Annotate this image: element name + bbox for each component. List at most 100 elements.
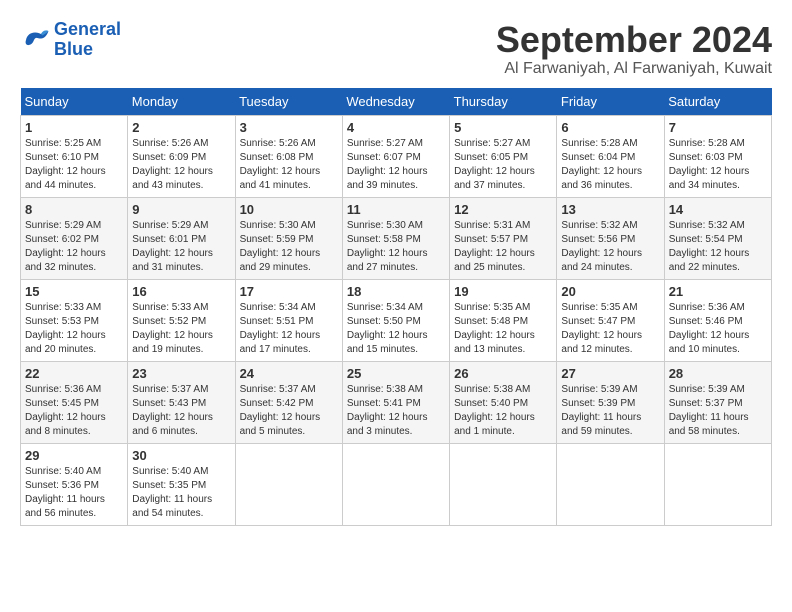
- day-info: Sunrise: 5:27 AM Sunset: 6:05 PM Dayligh…: [454, 137, 552, 193]
- calendar-day-cell: 1 Sunrise: 5:25 AM Sunset: 6:10 PM Dayli…: [21, 115, 128, 197]
- day-info: Sunrise: 5:35 AM Sunset: 5:47 PM Dayligh…: [561, 301, 659, 357]
- calendar-day-cell: 15 Sunrise: 5:33 AM Sunset: 5:53 PM Dayl…: [21, 279, 128, 361]
- day-info: Sunrise: 5:29 AM Sunset: 6:01 PM Dayligh…: [132, 219, 230, 275]
- page-header: General Blue September 2024 Al Farwaniya…: [20, 20, 772, 78]
- day-number: 24: [240, 366, 338, 381]
- calendar-header-row: SundayMondayTuesdayWednesdayThursdayFrid…: [21, 88, 772, 116]
- day-number: 17: [240, 284, 338, 299]
- day-info: Sunrise: 5:34 AM Sunset: 5:51 PM Dayligh…: [240, 301, 338, 357]
- day-number: 4: [347, 120, 445, 135]
- day-info: Sunrise: 5:40 AM Sunset: 5:36 PM Dayligh…: [25, 465, 123, 521]
- calendar-day-cell: 4 Sunrise: 5:27 AM Sunset: 6:07 PM Dayli…: [342, 115, 449, 197]
- day-number: 20: [561, 284, 659, 299]
- day-info: Sunrise: 5:30 AM Sunset: 5:58 PM Dayligh…: [347, 219, 445, 275]
- calendar-day-cell: 20 Sunrise: 5:35 AM Sunset: 5:47 PM Dayl…: [557, 279, 664, 361]
- day-number: 21: [669, 284, 767, 299]
- day-number: 16: [132, 284, 230, 299]
- day-info: Sunrise: 5:32 AM Sunset: 5:56 PM Dayligh…: [561, 219, 659, 275]
- weekday-header: Monday: [128, 88, 235, 116]
- day-number: 11: [347, 202, 445, 217]
- calendar-day-cell: [664, 443, 771, 525]
- day-number: 6: [561, 120, 659, 135]
- calendar-day-cell: 17 Sunrise: 5:34 AM Sunset: 5:51 PM Dayl…: [235, 279, 342, 361]
- day-info: Sunrise: 5:34 AM Sunset: 5:50 PM Dayligh…: [347, 301, 445, 357]
- calendar-table: SundayMondayTuesdayWednesdayThursdayFrid…: [20, 88, 772, 526]
- calendar-day-cell: 5 Sunrise: 5:27 AM Sunset: 6:05 PM Dayli…: [450, 115, 557, 197]
- day-number: 7: [669, 120, 767, 135]
- day-info: Sunrise: 5:30 AM Sunset: 5:59 PM Dayligh…: [240, 219, 338, 275]
- calendar-day-cell: [450, 443, 557, 525]
- day-number: 3: [240, 120, 338, 135]
- calendar-day-cell: 11 Sunrise: 5:30 AM Sunset: 5:58 PM Dayl…: [342, 197, 449, 279]
- day-number: 10: [240, 202, 338, 217]
- day-number: 1: [25, 120, 123, 135]
- day-info: Sunrise: 5:37 AM Sunset: 5:43 PM Dayligh…: [132, 383, 230, 439]
- day-info: Sunrise: 5:32 AM Sunset: 5:54 PM Dayligh…: [669, 219, 767, 275]
- day-info: Sunrise: 5:33 AM Sunset: 5:52 PM Dayligh…: [132, 301, 230, 357]
- day-number: 8: [25, 202, 123, 217]
- day-info: Sunrise: 5:36 AM Sunset: 5:46 PM Dayligh…: [669, 301, 767, 357]
- day-number: 30: [132, 448, 230, 463]
- day-info: Sunrise: 5:39 AM Sunset: 5:37 PM Dayligh…: [669, 383, 767, 439]
- day-number: 25: [347, 366, 445, 381]
- day-number: 23: [132, 366, 230, 381]
- title-section: September 2024 Al Farwaniyah, Al Farwani…: [496, 20, 772, 78]
- calendar-day-cell: 27 Sunrise: 5:39 AM Sunset: 5:39 PM Dayl…: [557, 361, 664, 443]
- weekday-header: Thursday: [450, 88, 557, 116]
- calendar-week-row: 22 Sunrise: 5:36 AM Sunset: 5:45 PM Dayl…: [21, 361, 772, 443]
- day-number: 5: [454, 120, 552, 135]
- day-number: 22: [25, 366, 123, 381]
- calendar-day-cell: 6 Sunrise: 5:28 AM Sunset: 6:04 PM Dayli…: [557, 115, 664, 197]
- logo-text: General Blue: [54, 20, 121, 60]
- day-info: Sunrise: 5:35 AM Sunset: 5:48 PM Dayligh…: [454, 301, 552, 357]
- day-number: 13: [561, 202, 659, 217]
- day-number: 27: [561, 366, 659, 381]
- weekday-header: Sunday: [21, 88, 128, 116]
- logo-icon: [20, 25, 50, 55]
- day-info: Sunrise: 5:37 AM Sunset: 5:42 PM Dayligh…: [240, 383, 338, 439]
- calendar-day-cell: 9 Sunrise: 5:29 AM Sunset: 6:01 PM Dayli…: [128, 197, 235, 279]
- calendar-day-cell: 16 Sunrise: 5:33 AM Sunset: 5:52 PM Dayl…: [128, 279, 235, 361]
- calendar-week-row: 8 Sunrise: 5:29 AM Sunset: 6:02 PM Dayli…: [21, 197, 772, 279]
- calendar-day-cell: 14 Sunrise: 5:32 AM Sunset: 5:54 PM Dayl…: [664, 197, 771, 279]
- month-title: September 2024: [496, 20, 772, 60]
- calendar-day-cell: 19 Sunrise: 5:35 AM Sunset: 5:48 PM Dayl…: [450, 279, 557, 361]
- calendar-day-cell: 30 Sunrise: 5:40 AM Sunset: 5:35 PM Dayl…: [128, 443, 235, 525]
- calendar-day-cell: 22 Sunrise: 5:36 AM Sunset: 5:45 PM Dayl…: [21, 361, 128, 443]
- day-info: Sunrise: 5:28 AM Sunset: 6:03 PM Dayligh…: [669, 137, 767, 193]
- day-info: Sunrise: 5:40 AM Sunset: 5:35 PM Dayligh…: [132, 465, 230, 521]
- weekday-header: Tuesday: [235, 88, 342, 116]
- day-number: 29: [25, 448, 123, 463]
- day-info: Sunrise: 5:28 AM Sunset: 6:04 PM Dayligh…: [561, 137, 659, 193]
- calendar-day-cell: 24 Sunrise: 5:37 AM Sunset: 5:42 PM Dayl…: [235, 361, 342, 443]
- calendar-week-row: 1 Sunrise: 5:25 AM Sunset: 6:10 PM Dayli…: [21, 115, 772, 197]
- day-number: 26: [454, 366, 552, 381]
- day-info: Sunrise: 5:33 AM Sunset: 5:53 PM Dayligh…: [25, 301, 123, 357]
- calendar-day-cell: 18 Sunrise: 5:34 AM Sunset: 5:50 PM Dayl…: [342, 279, 449, 361]
- calendar-day-cell: 2 Sunrise: 5:26 AM Sunset: 6:09 PM Dayli…: [128, 115, 235, 197]
- calendar-day-cell: [235, 443, 342, 525]
- day-info: Sunrise: 5:25 AM Sunset: 6:10 PM Dayligh…: [25, 137, 123, 193]
- calendar-day-cell: [342, 443, 449, 525]
- day-number: 9: [132, 202, 230, 217]
- weekday-header: Wednesday: [342, 88, 449, 116]
- calendar-week-row: 29 Sunrise: 5:40 AM Sunset: 5:36 PM Dayl…: [21, 443, 772, 525]
- calendar-day-cell: [557, 443, 664, 525]
- calendar-day-cell: 23 Sunrise: 5:37 AM Sunset: 5:43 PM Dayl…: [128, 361, 235, 443]
- day-info: Sunrise: 5:29 AM Sunset: 6:02 PM Dayligh…: [25, 219, 123, 275]
- day-info: Sunrise: 5:26 AM Sunset: 6:08 PM Dayligh…: [240, 137, 338, 193]
- day-number: 12: [454, 202, 552, 217]
- day-info: Sunrise: 5:39 AM Sunset: 5:39 PM Dayligh…: [561, 383, 659, 439]
- day-info: Sunrise: 5:27 AM Sunset: 6:07 PM Dayligh…: [347, 137, 445, 193]
- day-info: Sunrise: 5:38 AM Sunset: 5:40 PM Dayligh…: [454, 383, 552, 439]
- logo: General Blue: [20, 20, 121, 60]
- weekday-header: Friday: [557, 88, 664, 116]
- calendar-day-cell: 10 Sunrise: 5:30 AM Sunset: 5:59 PM Dayl…: [235, 197, 342, 279]
- calendar-day-cell: 29 Sunrise: 5:40 AM Sunset: 5:36 PM Dayl…: [21, 443, 128, 525]
- calendar-day-cell: 13 Sunrise: 5:32 AM Sunset: 5:56 PM Dayl…: [557, 197, 664, 279]
- day-number: 14: [669, 202, 767, 217]
- calendar-day-cell: 21 Sunrise: 5:36 AM Sunset: 5:46 PM Dayl…: [664, 279, 771, 361]
- calendar-day-cell: 8 Sunrise: 5:29 AM Sunset: 6:02 PM Dayli…: [21, 197, 128, 279]
- calendar-day-cell: 25 Sunrise: 5:38 AM Sunset: 5:41 PM Dayl…: [342, 361, 449, 443]
- calendar-week-row: 15 Sunrise: 5:33 AM Sunset: 5:53 PM Dayl…: [21, 279, 772, 361]
